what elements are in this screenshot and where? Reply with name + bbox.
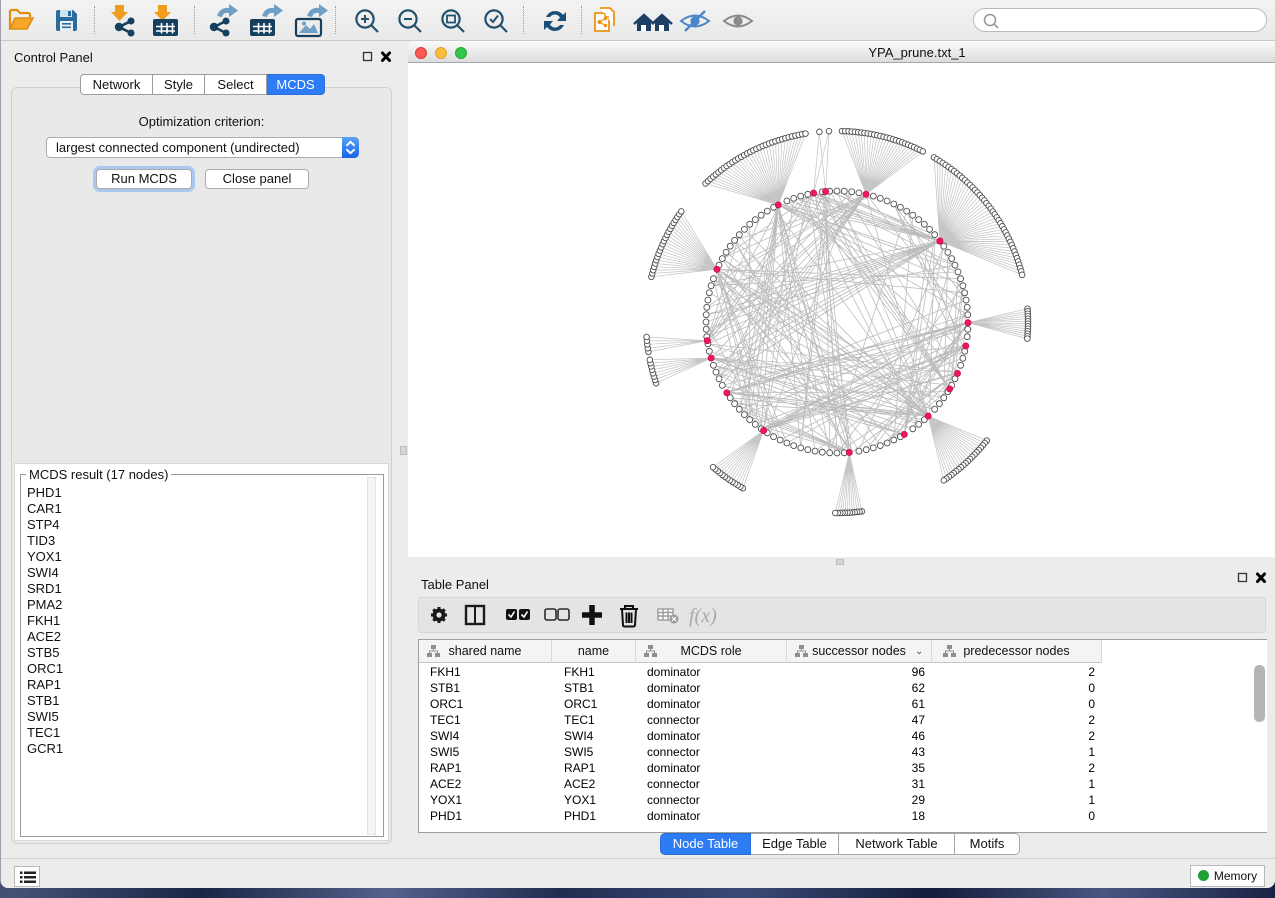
svg-text:f(x): f(x) [689,605,717,627]
